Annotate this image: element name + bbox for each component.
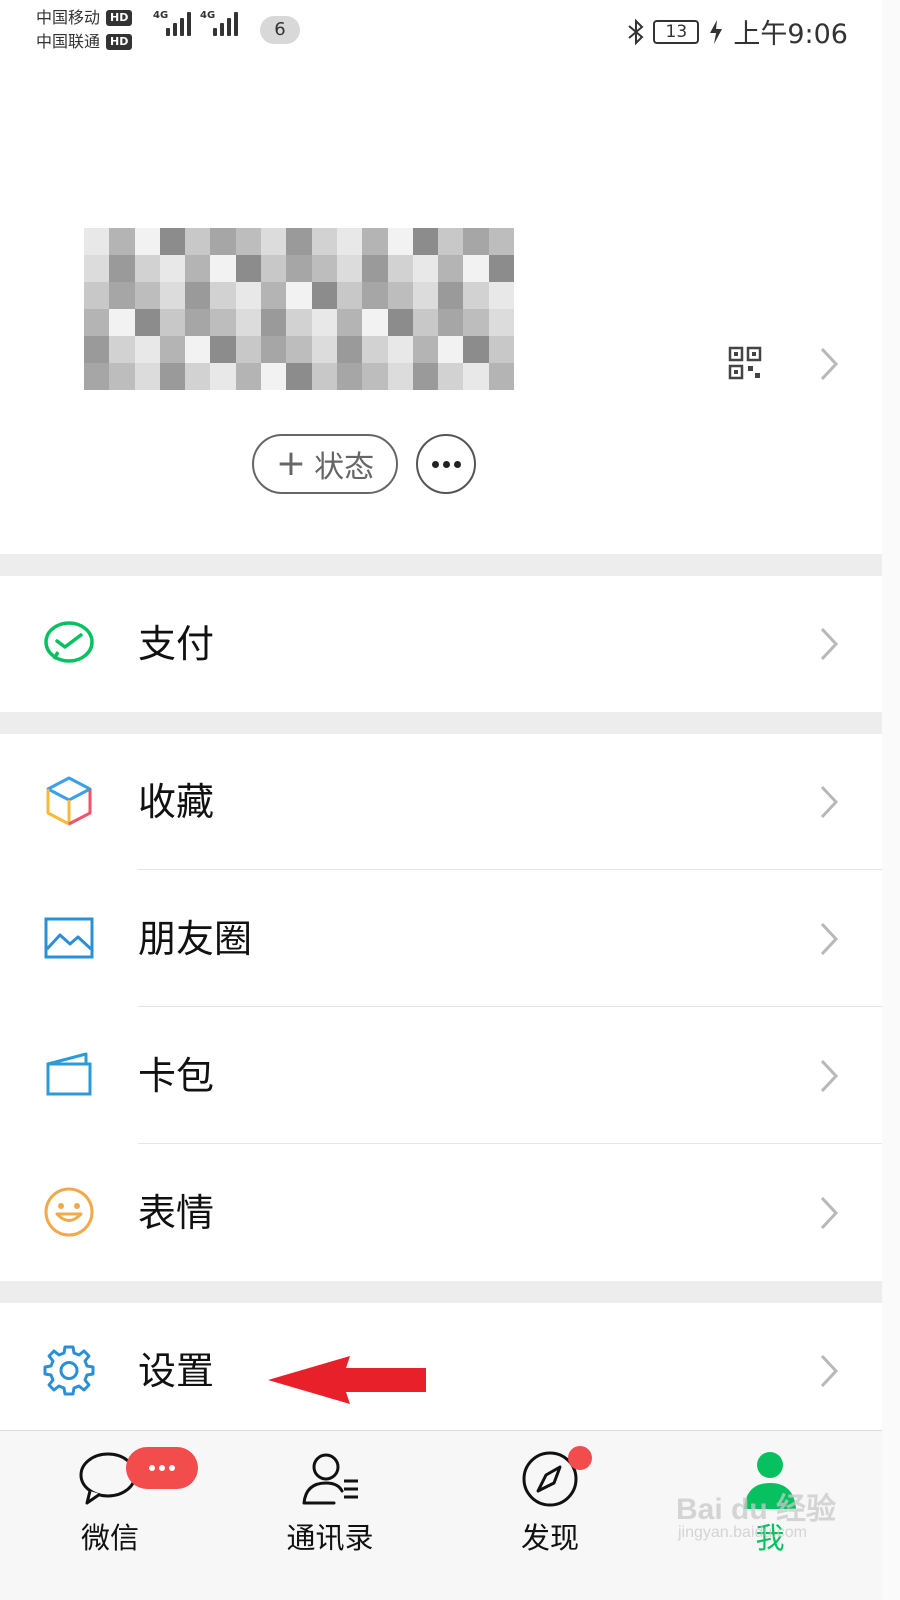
dot-icon <box>149 1465 155 1471</box>
chevron-right-icon <box>820 1196 839 1230</box>
dot-icon <box>442 460 450 468</box>
tab-discover[interactable]: 发现 <box>480 1431 620 1600</box>
status-bar: 中国移动 HD 中国联通 HD 4G 4G 6 13 上午9:06 <box>0 0 900 62</box>
menu-item-label: 卡包 <box>138 1054 215 1098</box>
menu-item-label: 表情 <box>138 1191 215 1235</box>
clock: 上午9:06 <box>733 19 848 50</box>
cube-icon <box>46 776 92 826</box>
menu-item-moments[interactable]: 朋友圈 <box>0 871 882 1007</box>
blurred-profile-info[interactable] <box>84 228 514 390</box>
tab-label: 微信 <box>80 1521 139 1555</box>
row-divider <box>138 1143 882 1144</box>
dot-icon <box>431 460 439 468</box>
wechat-pay-icon <box>44 621 94 663</box>
hd-badge: HD <box>106 10 133 26</box>
menu-item-stickers[interactable]: 表情 <box>0 1145 882 1281</box>
contacts-icon <box>302 1453 358 1505</box>
tab-contacts[interactable]: 通讯录 <box>260 1431 400 1600</box>
carrier-2-label: 中国联通 <box>36 32 101 51</box>
network-type-label: 4G <box>153 10 169 21</box>
watermark-url: jingyan.baidu.com <box>678 1524 807 1541</box>
row-divider <box>138 869 882 870</box>
status-right: 13 上午9:06 <box>627 12 848 51</box>
plus-icon: + <box>275 443 307 484</box>
more-button[interactable] <box>416 434 476 494</box>
section-divider <box>0 1281 882 1303</box>
signal-icon: 4G <box>200 10 238 36</box>
carrier-info: 中国移动 HD 中国联通 HD <box>36 6 133 54</box>
annotation-arrow-icon <box>268 1356 426 1404</box>
menu-item-pay[interactable]: 支付 <box>0 576 882 712</box>
chevron-right-icon <box>820 785 839 819</box>
chevron-right-icon <box>820 627 839 661</box>
card-wallet-icon <box>46 1052 92 1096</box>
menu-item-settings[interactable]: 设置 <box>0 1303 882 1439</box>
unread-badge <box>126 1447 198 1489</box>
add-status-button[interactable]: + 状态 <box>252 434 398 494</box>
dot-icon <box>159 1465 165 1471</box>
battery-indicator: 13 <box>653 19 700 44</box>
smiley-icon <box>44 1187 94 1237</box>
row-divider <box>138 1006 882 1007</box>
signal-indicators: 4G 4G <box>153 10 238 36</box>
menu-item-label: 收藏 <box>138 780 215 824</box>
menu-item-label: 支付 <box>138 622 215 666</box>
discover-badge-dot <box>568 1446 592 1470</box>
tab-label: 通讯录 <box>286 1521 374 1555</box>
status-button-label: 状态 <box>314 450 375 485</box>
section-divider <box>0 712 882 734</box>
chevron-right-icon <box>820 1354 839 1388</box>
carrier-1-label: 中国移动 <box>36 8 101 27</box>
image-icon <box>44 917 94 959</box>
menu-item-label: 朋友圈 <box>138 917 253 961</box>
gear-icon <box>43 1345 95 1396</box>
dot-icon <box>453 460 461 468</box>
menu-item-favorites[interactable]: 收藏 <box>0 734 882 870</box>
chevron-right-icon <box>820 922 839 956</box>
right-edge-strip <box>882 0 900 1600</box>
signal-icon: 4G <box>153 10 191 36</box>
notification-count: 6 <box>260 16 300 44</box>
hd-badge: HD <box>106 34 133 50</box>
section-divider <box>0 554 882 576</box>
network-type-label: 4G <box>200 10 216 21</box>
qr-code-icon[interactable] <box>728 346 762 380</box>
tab-label: 发现 <box>520 1521 579 1555</box>
menu-item-cards[interactable]: 卡包 <box>0 1008 882 1144</box>
chevron-right-icon <box>820 1059 839 1093</box>
charging-icon <box>710 19 723 44</box>
dot-icon <box>169 1465 175 1471</box>
menu-item-label: 设置 <box>138 1349 215 1393</box>
chevron-right-icon[interactable] <box>818 346 840 382</box>
bluetooth-icon <box>628 18 644 45</box>
profile-header: + 状态 <box>0 62 900 554</box>
watermark-brand: Bai du 经验 <box>676 1493 837 1526</box>
